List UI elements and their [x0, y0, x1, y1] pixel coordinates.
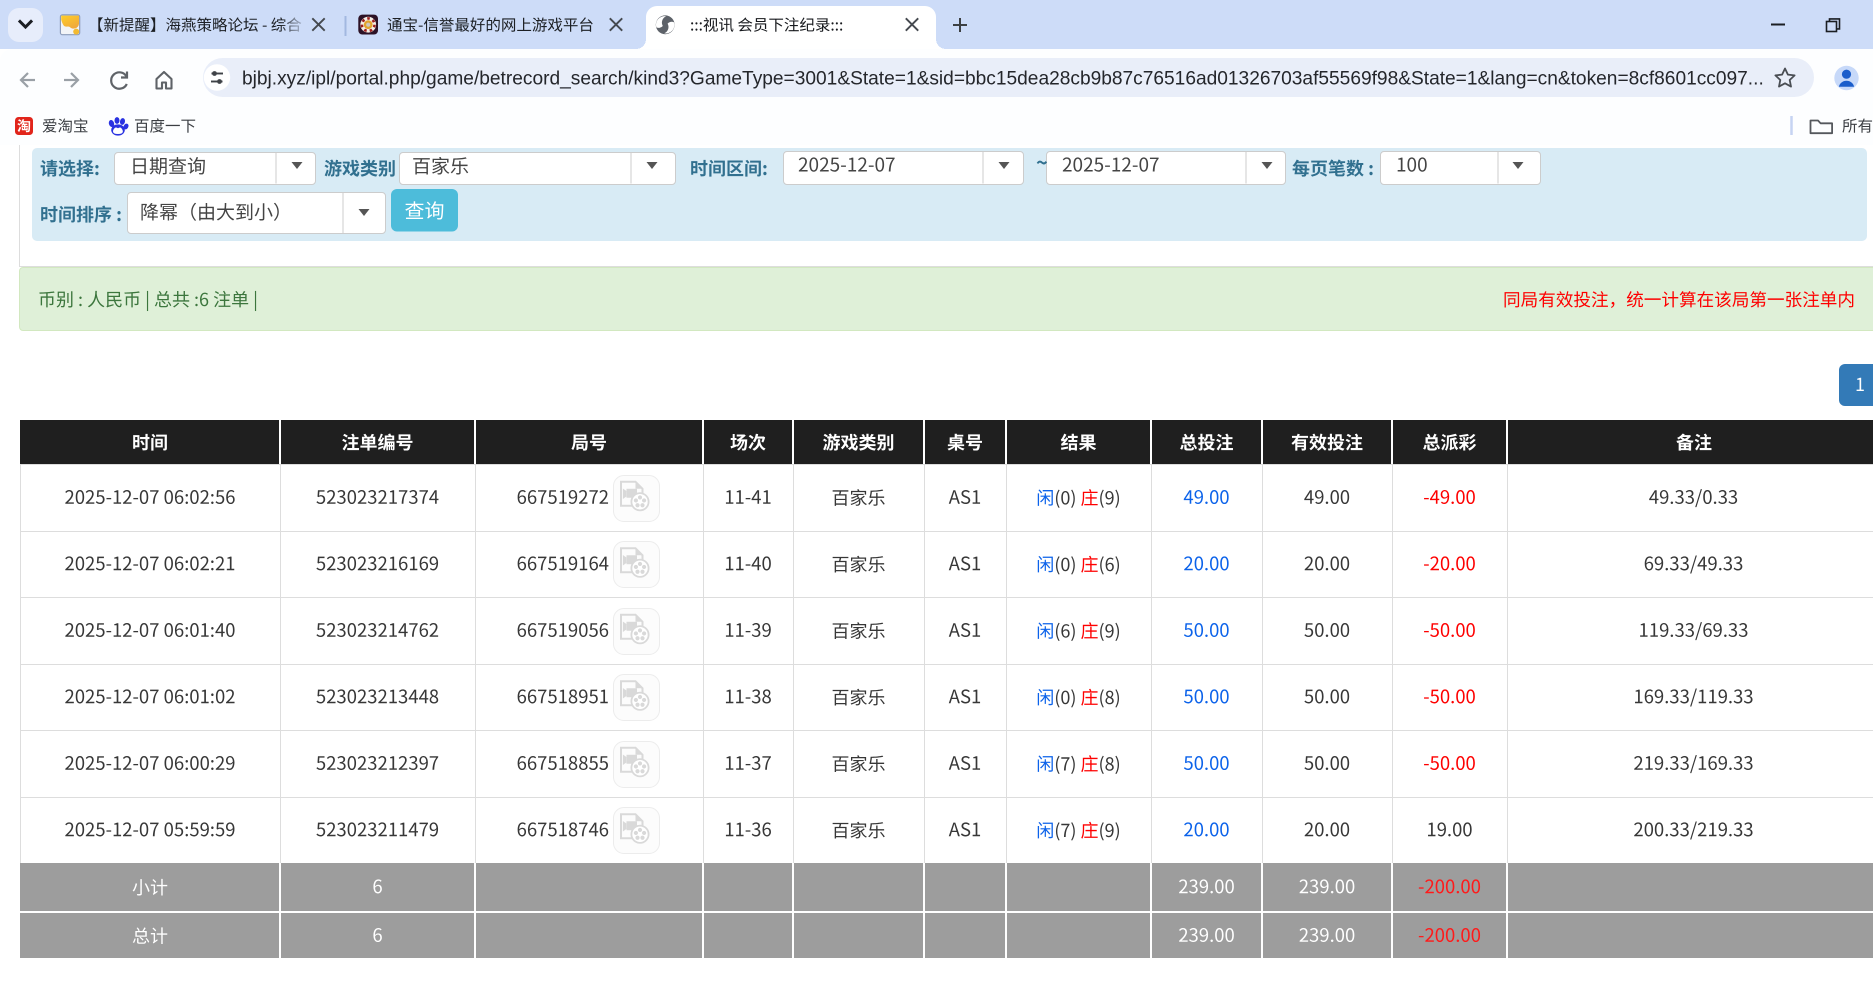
svg-text:bjbj.xyz/ipl/portal.php/game/b: bjbj.xyz/ipl/portal.php/game/betrecord_s…	[242, 69, 1764, 90]
